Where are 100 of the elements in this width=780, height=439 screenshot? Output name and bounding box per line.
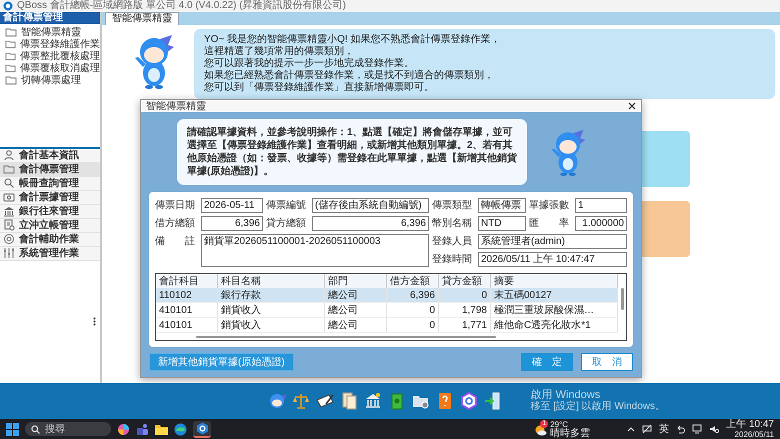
column-header[interactable]: 部門 — [324, 274, 386, 288]
table-cell: 銷貨收入 — [218, 318, 324, 332]
table-cell: 總公司 — [324, 318, 386, 332]
table-cell: 410101 — [156, 302, 218, 318]
clock-time[interactable]: 上午 10:47 — [726, 420, 774, 430]
gear-icon — [3, 233, 15, 245]
column-header[interactable]: 會計科目 — [156, 274, 218, 288]
table-cell: 總公司 — [324, 302, 386, 318]
folder-icon — [5, 74, 17, 86]
taskbar-app-button[interactable] — [193, 420, 211, 438]
table-row[interactable]: 410101 銷貨收入 總公司 0 1,771 維他命C透亮化妝水*1 — [156, 318, 618, 332]
grip-icon[interactable] — [93, 317, 96, 326]
module-button[interactable]: 立沖立帳管理 — [0, 218, 100, 232]
cancel-button[interactable]: 取 消 — [581, 353, 633, 371]
scales-icon[interactable] — [292, 392, 310, 410]
input-field[interactable]: 6,396 — [201, 216, 263, 231]
start-icon[interactable] — [6, 422, 19, 436]
undo-icon[interactable] — [676, 424, 686, 434]
input-field[interactable]: 銷貨單2026051100001-2026051100003 — [201, 234, 429, 267]
temperature-text: 29°C — [550, 420, 568, 428]
input-field[interactable]: 6,396 — [312, 216, 429, 231]
question-book-icon[interactable] — [436, 392, 454, 410]
bird-icon[interactable] — [268, 392, 286, 410]
field-label: 單據張數 — [529, 198, 570, 213]
sliders-icon — [3, 247, 15, 259]
field-label: 傳票編號 — [266, 198, 307, 213]
column-header[interactable]: 貸方金額 — [438, 274, 490, 288]
module-button[interactable]: 系統管理作業 — [0, 246, 100, 260]
people-icon[interactable] — [136, 422, 149, 436]
table-cell: 110102 — [156, 288, 218, 302]
module-button[interactable]: 會計傳票管理 — [0, 162, 100, 176]
module-button[interactable]: 銀行往來管理 — [0, 204, 100, 218]
sidebar-item[interactable]: 切轉傳票處理 — [0, 74, 100, 86]
input-field[interactable]: 1.000000 — [575, 216, 627, 231]
table-cell: 1,771 — [438, 318, 490, 332]
bank-icon[interactable] — [364, 392, 382, 410]
folder-icon — [5, 62, 16, 74]
table-cell: 410101 — [156, 318, 218, 332]
folder-icon — [3, 163, 15, 175]
field-label: 匯 率 — [529, 216, 570, 231]
speaker-icon[interactable] — [709, 424, 720, 434]
field-label: 登錄人員 — [432, 235, 473, 249]
table-row[interactable]: 110102 銀行存款 總公司 6,396 0 末五碼00127 — [156, 288, 618, 302]
sidebar-item[interactable]: 智能傳票精靈 — [0, 26, 100, 38]
chevron-up-icon[interactable] — [627, 426, 636, 432]
field-label: 登錄時間 — [432, 252, 473, 267]
tab[interactable]: 智能傳票精靈 — [105, 12, 179, 25]
clock-date[interactable]: 2026/05/11 — [734, 430, 774, 438]
mascot-drawing — [132, 33, 176, 89]
colorful-app-icon[interactable] — [117, 422, 130, 436]
table-cell: 0 — [386, 318, 438, 332]
exit-door-icon[interactable] — [484, 392, 502, 410]
column-header[interactable]: 科目名稱 — [218, 274, 324, 288]
scrollbar[interactable] — [621, 288, 624, 310]
folder-icon — [5, 26, 17, 38]
table-row[interactable]: 410101 銷貨收入 總公司 0 1,798 極潤三重玻尿酸保濕… — [156, 302, 618, 318]
module-button[interactable]: 會計輔助作業 — [0, 232, 100, 246]
weather-text: 晴時多雲 — [550, 428, 590, 438]
table-cell: 1,798 — [438, 302, 490, 318]
bubble-text: 您可以到「傳票登錄維護作業」直接新增傳票即可。 — [204, 82, 435, 94]
document-icon — [3, 219, 15, 231]
input-field[interactable]: NTD — [478, 216, 526, 231]
table-cell: 維他命C透亮化妝水*1 — [490, 318, 618, 332]
sidebar-item[interactable]: 傳票整批覆核處理 — [0, 50, 100, 62]
table-cell: 6,396 — [386, 288, 438, 302]
module-button[interactable]: 會計票據管理 — [0, 190, 100, 204]
input-field[interactable]: 1 — [575, 198, 627, 213]
scrollbar[interactable] — [196, 336, 496, 338]
window-title: QBoss 會計總帳-區域網路版 單公司 4.0 (V4.0.22) (昇雅資訊股份有限公司) — [17, 0, 346, 12]
folder-icon[interactable] — [155, 422, 168, 436]
dialog-title: 智能傳票精靈 — [146, 100, 206, 113]
input-field[interactable]: 轉帳傳票 — [478, 198, 526, 213]
language-indicator[interactable]: 英 — [659, 422, 670, 436]
folder-icon — [5, 38, 16, 50]
bank-icon — [3, 205, 15, 217]
search-icon — [3, 177, 15, 189]
sidebar-item[interactable]: 傳票登錄維護作業 — [0, 38, 100, 50]
monitor-icon[interactable] — [692, 424, 702, 434]
browser-icon[interactable] — [174, 422, 187, 436]
activation-title: 啟用 Windows — [530, 390, 602, 401]
cheque-icon[interactable] — [316, 392, 334, 410]
input-field[interactable]: 2026/05/11 上午 10:47:47 — [478, 252, 627, 267]
table-cell: 銷貨收入 — [218, 302, 324, 318]
module-button[interactable]: 會計基本資訊 — [0, 148, 100, 162]
instruction-text: 請確認單據資料，並參考說明操作：1、點選【確定】將會儲存單據，並可選擇至【傳票登錄維護作業】查看明細，或新增其他類別單據。2、若有其他原始憑證（如：發票、收據等）需登錄在此單單據，點選【新增其他銷貨單據(原始憑證)】。 — [177, 119, 527, 185]
column-header[interactable]: 借方金額 — [386, 274, 438, 288]
bubble-text: YO~ 我是您的智能傳票精靈小Q! 如果您不熟悉會計傳票登錄作業， — [204, 34, 502, 46]
hexagon-icon[interactable] — [460, 392, 478, 410]
column-header[interactable]: 摘要 — [490, 274, 618, 288]
field-label: 幣別名稱 — [432, 217, 473, 231]
close-icon[interactable] — [628, 102, 636, 110]
input-field[interactable]: (儲存後由系統自動編號) — [312, 198, 429, 213]
module-button[interactable]: 帳冊查詢管理 — [0, 176, 100, 190]
documents-icon[interactable] — [340, 392, 358, 410]
network-off-icon[interactable] — [642, 424, 652, 434]
input-field[interactable]: 系統管理者(admin) — [478, 234, 627, 249]
input-field[interactable]: 2026-05-11 — [201, 198, 263, 213]
sidebar-item[interactable]: 傳票覆核取消處理 — [0, 62, 100, 74]
bubble-text: 這裡精選了幾項常用的傳票類別， — [204, 46, 355, 58]
search-field[interactable]: 搜尋 — [25, 422, 111, 436]
